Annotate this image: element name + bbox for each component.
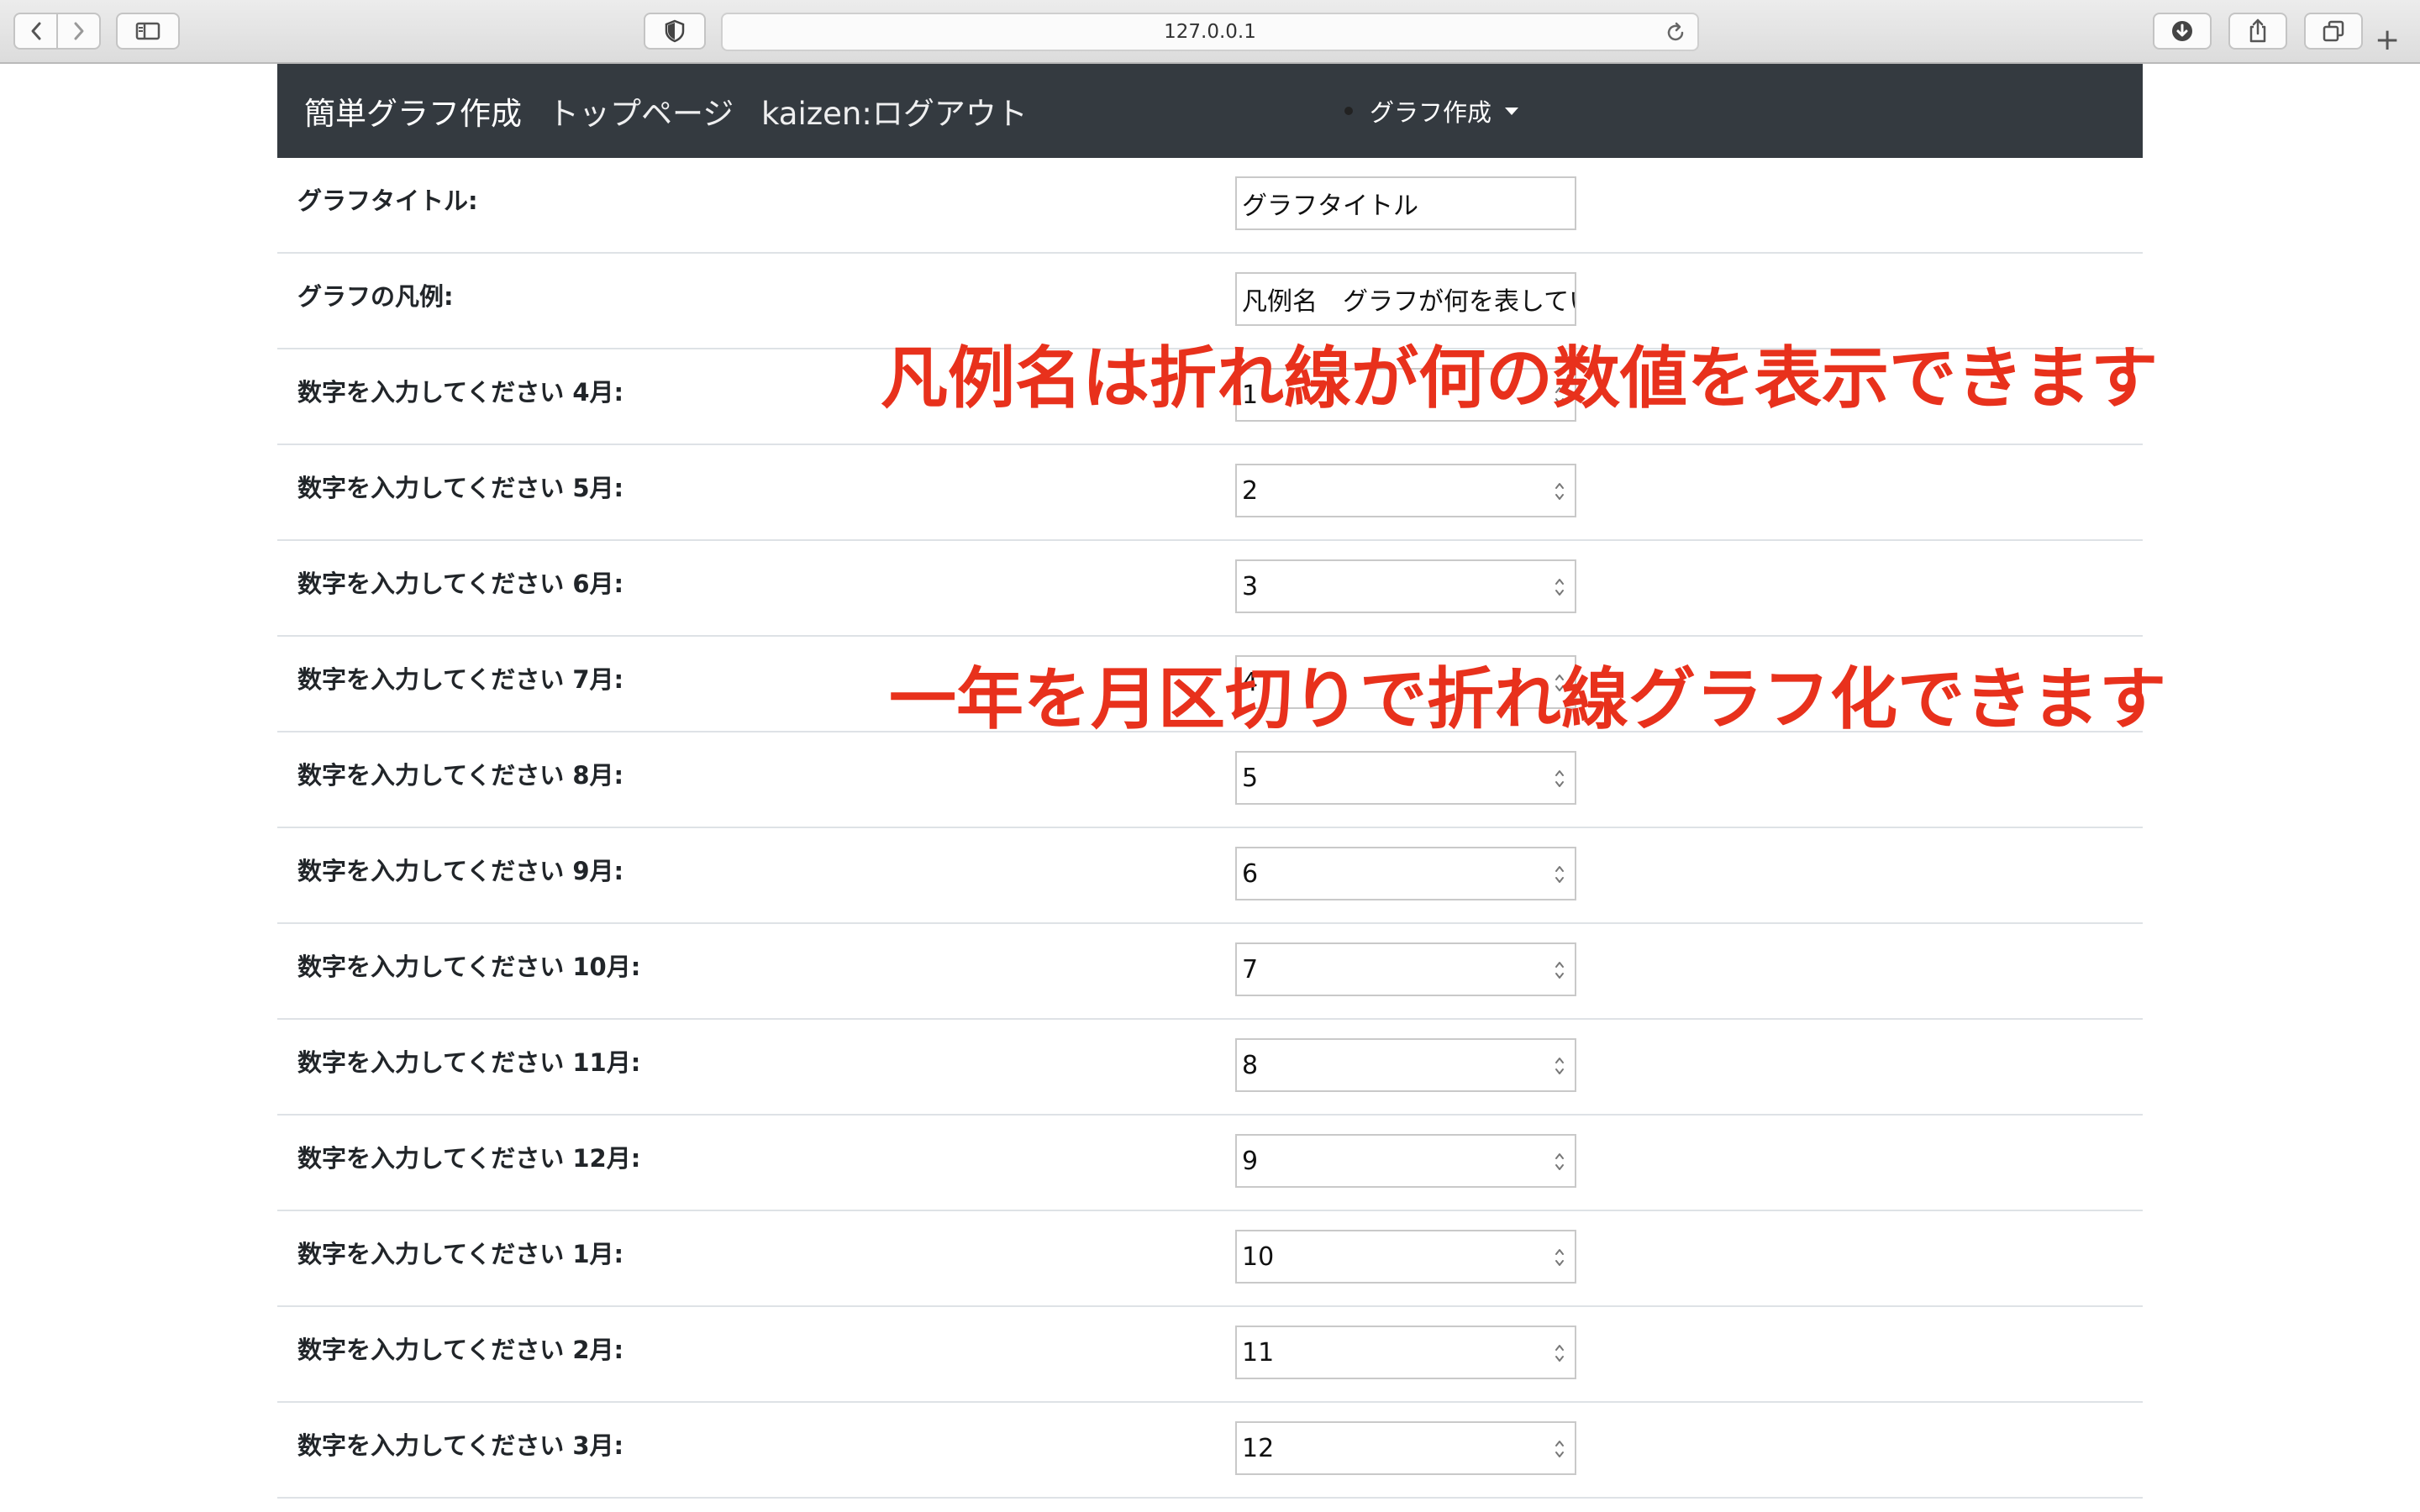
month-label: 数字を入力してください 1月: (297, 1240, 624, 1268)
site-navbar: 簡単グラフ作成 トップページ kaizen:ログアウト グラフ作成 (277, 64, 2143, 158)
form-row-month: 数字を入力してください 12月: (277, 1116, 2143, 1211)
shield-icon (665, 19, 685, 43)
month-label: 数字を入力してください 5月: (297, 474, 624, 502)
month-label: 数字を入力してください 11月: (297, 1048, 641, 1077)
plus-icon[interactable]: + (2375, 25, 2400, 55)
browser-toolbar: 127.0.0.1 + (0, 0, 2420, 64)
legend-label: グラフの凡例: (297, 282, 454, 311)
month-label: 数字を入力してください 10月: (297, 953, 641, 981)
month-number-input[interactable] (1237, 561, 1575, 612)
form-row-title: グラフタイトル: (277, 158, 2143, 254)
month-number-input[interactable] (1237, 1423, 1575, 1473)
month-field-box (1235, 942, 1576, 996)
sidebar-button[interactable] (116, 13, 180, 50)
spinner-arrows-icon[interactable] (1553, 958, 1566, 983)
month-label: 数字を入力してください 3月: (297, 1431, 624, 1460)
month-number-input[interactable] (1237, 944, 1575, 995)
month-field-box (1235, 1326, 1576, 1379)
month-number-input[interactable] (1237, 1136, 1575, 1186)
form-row-month: 数字を入力してください 1月: (277, 1211, 2143, 1307)
month-label: 数字を入力してください 8月: (297, 761, 624, 790)
form-row-month: 数字を入力してください 6月: (277, 541, 2143, 637)
address-bar[interactable]: 127.0.0.1 (721, 13, 1699, 51)
brand-link[interactable]: 簡単グラフ作成 (304, 64, 522, 158)
month-number-input[interactable] (1237, 848, 1575, 899)
spinner-arrows-icon[interactable] (1553, 1149, 1566, 1174)
spinner-arrows-icon[interactable] (1553, 575, 1566, 600)
month-field-box (1235, 1230, 1576, 1284)
spinner-arrows-icon[interactable] (1553, 479, 1566, 504)
title-field-box (1235, 176, 1576, 230)
forward-button[interactable] (56, 14, 99, 48)
month-number-input[interactable] (1237, 465, 1575, 516)
month-field-box (1235, 751, 1576, 805)
spinner-arrows-icon[interactable] (1553, 1436, 1566, 1462)
graph-legend-input[interactable] (1237, 274, 1575, 324)
month-number-input[interactable] (1237, 1040, 1575, 1090)
sidebar-icon (135, 22, 160, 40)
month-field-box (1235, 464, 1576, 517)
form-row-month: 数字を入力してください 9月: (277, 828, 2143, 924)
month-field-box (1235, 1421, 1576, 1475)
caret-down-icon (1505, 107, 1519, 115)
title-label: グラフタイトル: (297, 186, 478, 215)
share-icon (2249, 18, 2266, 43)
spinner-arrows-icon[interactable] (1553, 1245, 1566, 1270)
nav-top-page[interactable]: トップページ (548, 64, 734, 158)
spinner-arrows-icon[interactable] (1553, 862, 1566, 887)
download-icon (2172, 21, 2192, 41)
reload-icon[interactable] (1664, 21, 1687, 45)
nav-logout[interactable]: kaizen:ログアウト (761, 64, 1028, 158)
history-nav (13, 13, 101, 50)
annotation-legend-note: 凡例名は折れ線が何の数値を表示できます (881, 339, 2158, 417)
month-label: 数字を入力してください 9月: (297, 857, 624, 885)
month-number-input[interactable] (1237, 1327, 1575, 1378)
month-label: 数字を入力してください 4月: (297, 378, 624, 407)
month-label: 数字を入力してください 6月: (297, 570, 624, 598)
month-field-box (1235, 1134, 1576, 1188)
form-row-month: 数字を入力してください 10月: (277, 924, 2143, 1020)
spinner-arrows-icon[interactable] (1553, 1341, 1566, 1366)
month-field-box (1235, 1038, 1576, 1092)
bullet-icon (1344, 107, 1353, 115)
spinner-arrows-icon[interactable] (1553, 766, 1566, 791)
month-field-box (1235, 559, 1576, 613)
month-label: 数字を入力してください 7月: (297, 665, 624, 694)
form-row-month: 数字を入力してください 2月: (277, 1307, 2143, 1403)
tabs-button[interactable] (2304, 13, 2363, 50)
spinner-arrows-icon[interactable] (1553, 1053, 1566, 1079)
url-text: 127.0.0.1 (1164, 21, 1256, 43)
month-label: 数字を入力してください 2月: (297, 1336, 624, 1364)
annotation-month-note: 一年を月区切りで折れ線グラフ化できます (889, 659, 2166, 738)
back-button[interactable] (15, 14, 56, 48)
legend-field-box (1235, 272, 1576, 326)
form-row-month: 数字を入力してください 8月: (277, 732, 2143, 828)
tabs-icon (2323, 20, 2344, 42)
chevron-left-icon (31, 22, 40, 40)
form-row-month: 数字を入力してください 3月: (277, 1403, 2143, 1499)
privacy-button[interactable] (644, 13, 706, 50)
month-field-box (1235, 847, 1576, 900)
month-number-input[interactable] (1237, 753, 1575, 803)
graph-title-input[interactable] (1237, 178, 1575, 228)
downloads-button[interactable] (2153, 13, 2212, 50)
month-label: 数字を入力してください 12月: (297, 1144, 641, 1173)
form-row-month: 数字を入力してください 5月: (277, 445, 2143, 541)
month-number-input[interactable] (1237, 1231, 1575, 1282)
share-button[interactable] (2228, 13, 2287, 50)
month-rows: 数字を入力してください 4月: 数字を入力してください 5月: 数字を入力してくださ… (277, 349, 2143, 1499)
graph-create-dropdown[interactable]: グラフ作成 (1344, 64, 1519, 158)
form-row-month: 数字を入力してください 11月: (277, 1020, 2143, 1116)
chevron-right-icon (74, 22, 83, 40)
dropdown-label: グラフ作成 (1370, 98, 1492, 127)
